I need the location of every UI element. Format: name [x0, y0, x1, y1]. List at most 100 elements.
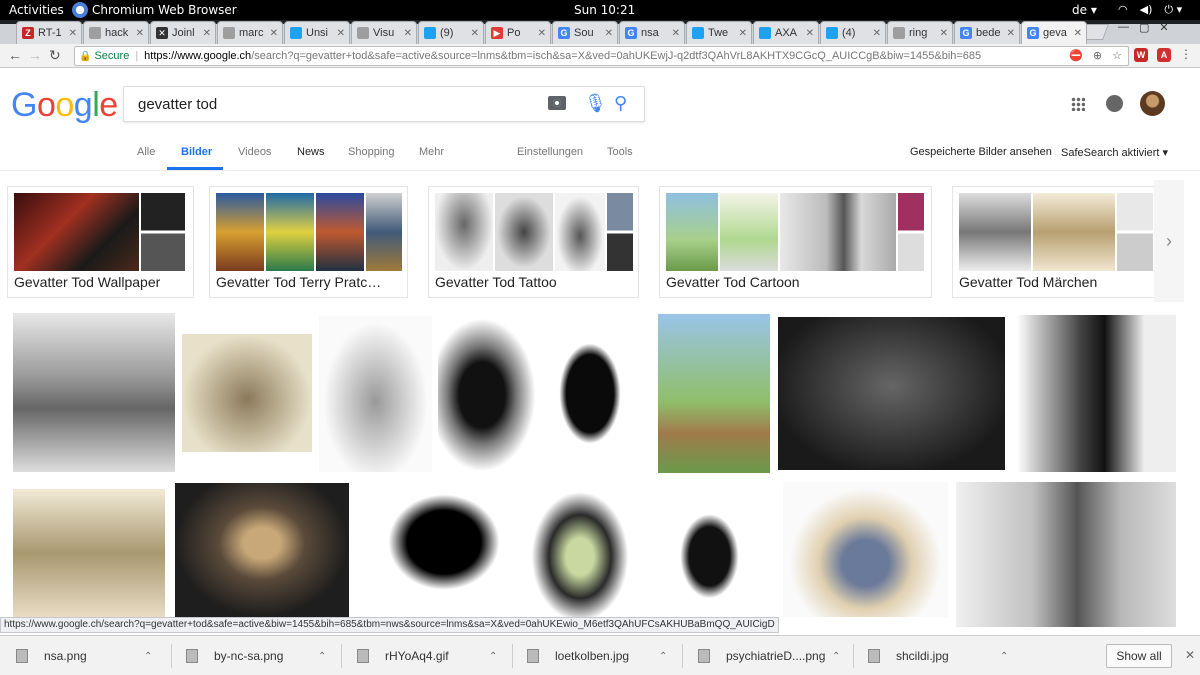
browser-tab[interactable]: Visu ✕ — [351, 21, 417, 44]
tab-videos[interactable]: Videos — [238, 146, 271, 158]
image-result[interactable] — [658, 314, 770, 473]
extension-w-icon[interactable]: W — [1134, 48, 1148, 62]
notifications-icon[interactable] — [1106, 95, 1123, 112]
account-avatar[interactable] — [1140, 91, 1165, 116]
close-tab-icon[interactable]: ✕ — [136, 28, 148, 39]
close-tab-icon[interactable]: ✕ — [404, 28, 416, 39]
close-tab-icon[interactable]: ✕ — [605, 28, 617, 39]
tab-tools[interactable]: Tools — [607, 146, 633, 158]
microphone-icon[interactable]: 🎙 — [584, 93, 607, 114]
close-tab-icon[interactable]: ✕ — [270, 28, 282, 39]
search-input[interactable]: gevatter tod — [138, 96, 217, 113]
search-box[interactable]: gevatter tod 🎙 ⚲ — [123, 86, 645, 122]
zoom-icon[interactable]: ⊕ — [1093, 49, 1102, 62]
tab-mehr[interactable]: Mehr — [419, 146, 444, 158]
back-icon[interactable]: ← — [8, 47, 22, 63]
apps-grid-icon[interactable] — [1071, 97, 1085, 111]
image-result[interactable] — [438, 318, 536, 472]
close-tab-icon[interactable]: ✕ — [739, 28, 751, 39]
image-result[interactable] — [658, 482, 761, 617]
browser-tab[interactable]: Gnsa ✕ — [619, 21, 685, 44]
related-next-chevron-icon[interactable]: › — [1154, 180, 1184, 302]
close-tab-icon[interactable]: ✕ — [940, 28, 952, 39]
browser-tab[interactable]: marc ✕ — [217, 21, 283, 44]
image-result[interactable] — [319, 316, 432, 472]
image-result[interactable] — [956, 482, 1176, 627]
content-settings-icon[interactable]: ⛔ — [1069, 49, 1083, 62]
browser-tab[interactable]: Ggeva ✕ — [1021, 21, 1087, 44]
camera-search-icon[interactable] — [548, 96, 566, 110]
browser-tab[interactable]: ring ✕ — [887, 21, 953, 44]
image-result[interactable] — [357, 481, 502, 617]
tab-alle[interactable]: Alle — [137, 146, 155, 158]
close-tab-icon[interactable]: ✕ — [873, 28, 885, 39]
browser-tab[interactable]: AXA ✕ — [753, 21, 819, 44]
close-tab-icon[interactable]: ✕ — [203, 28, 215, 39]
image-result[interactable] — [783, 482, 948, 617]
browser-tab[interactable]: G Sou ✕ — [552, 21, 618, 44]
close-tab-icon[interactable]: ✕ — [471, 28, 483, 39]
image-result[interactable] — [13, 489, 165, 617]
activities-button[interactable]: Activities — [9, 3, 64, 17]
chevron-up-icon[interactable]: ⌃ — [1000, 651, 1008, 662]
download-item[interactable]: shcildi.jpg ⌃ — [868, 642, 1014, 670]
related-search-card[interactable]: Gevatter Tod Cartoon — [659, 186, 932, 298]
google-logo[interactable]: Google — [11, 86, 118, 125]
browser-tab[interactable]: Gbede ✕ — [954, 21, 1020, 44]
browser-tab[interactable]: (9) ✕ — [418, 21, 484, 44]
show-all-downloads-button[interactable]: Show all — [1106, 644, 1172, 668]
chevron-up-icon[interactable]: ⌃ — [832, 651, 840, 662]
browser-tab[interactable]: Z RT-1 ✕ — [16, 21, 82, 44]
bookmark-star-icon[interactable]: ☆ — [1112, 49, 1122, 62]
address-bar[interactable]: 🔒 Secure | https://www.google.ch/search?… — [74, 46, 1129, 66]
browser-tab[interactable]: Twe ✕ — [686, 21, 752, 44]
image-result[interactable] — [1017, 315, 1176, 472]
tab-bilder[interactable]: Bilder — [181, 146, 212, 158]
close-shelf-icon[interactable]: ✕ — [1185, 648, 1195, 662]
browser-tab[interactable]: (4) ✕ — [820, 21, 886, 44]
chevron-up-icon[interactable]: ⌃ — [659, 651, 667, 662]
minimize-icon[interactable]: — — [1118, 21, 1129, 34]
system-tray[interactable]: ◠ ◀) ⏻ ▾ — [1118, 3, 1182, 17]
reload-icon[interactable]: ↻ — [49, 47, 61, 64]
search-icon[interactable]: ⚲ — [614, 93, 627, 114]
close-tab-icon[interactable]: ✕ — [69, 28, 81, 39]
close-tab-icon[interactable]: ✕ — [538, 28, 550, 39]
maximize-icon[interactable]: ▢ — [1139, 21, 1149, 34]
browser-tab[interactable]: ▶ Po ✕ — [485, 21, 551, 44]
forward-icon[interactable]: → — [28, 47, 42, 63]
related-search-card[interactable]: Gevatter Tod Terry Pratc… — [209, 186, 408, 298]
close-tab-icon[interactable]: ✕ — [1007, 28, 1019, 39]
image-result[interactable] — [13, 313, 175, 472]
image-result[interactable] — [778, 317, 1005, 470]
clock[interactable]: Sun 10:21 — [574, 3, 635, 17]
close-tab-icon[interactable]: ✕ — [672, 28, 684, 39]
close-window-icon[interactable]: ✕ — [1159, 21, 1168, 34]
chevron-up-icon[interactable]: ⌃ — [318, 651, 326, 662]
tab-einstellungen[interactable]: Einstellungen — [517, 146, 583, 158]
download-item[interactable]: psychiatrieD....png ⌃ — [698, 642, 846, 670]
close-tab-icon[interactable]: ✕ — [337, 28, 349, 39]
close-tab-icon[interactable]: ✕ — [1074, 28, 1086, 39]
saved-images-link[interactable]: Gespeicherte Bilder ansehen — [910, 146, 1052, 158]
adblock-icon[interactable]: A — [1157, 48, 1171, 62]
download-item[interactable]: by-nc-sa.png ⌃ — [186, 642, 332, 670]
app-menu[interactable]: Chromium Web Browser — [72, 2, 237, 18]
related-search-card[interactable]: Gevatter Tod Wallpaper — [7, 186, 194, 298]
browser-tab[interactable]: Unsi ✕ — [284, 21, 350, 44]
related-search-card[interactable]: Gevatter Tod Tattoo — [428, 186, 639, 298]
image-result[interactable] — [182, 334, 312, 452]
tab-shopping[interactable]: Shopping — [348, 146, 395, 158]
tab-news[interactable]: News — [297, 146, 325, 158]
safesearch-menu[interactable]: SafeSearch aktiviert ▾ — [1061, 146, 1168, 159]
keyboard-layout-indicator[interactable]: de ▾ — [1072, 3, 1097, 17]
download-item[interactable]: nsa.png ⌃ — [16, 642, 164, 670]
image-result[interactable] — [175, 483, 349, 617]
download-item[interactable]: loetkolben.jpg ⌃ — [527, 642, 673, 670]
related-search-card[interactable]: Gevatter Tod Märchen — [952, 186, 1166, 298]
close-tab-icon[interactable]: ✕ — [806, 28, 818, 39]
download-item[interactable]: rHYoAq4.gif ⌃ — [357, 642, 503, 670]
image-result[interactable] — [542, 315, 638, 472]
browser-menu-icon[interactable]: ⋮ — [1180, 47, 1192, 61]
browser-tab[interactable]: ✕ Joinl ✕ — [150, 21, 216, 44]
